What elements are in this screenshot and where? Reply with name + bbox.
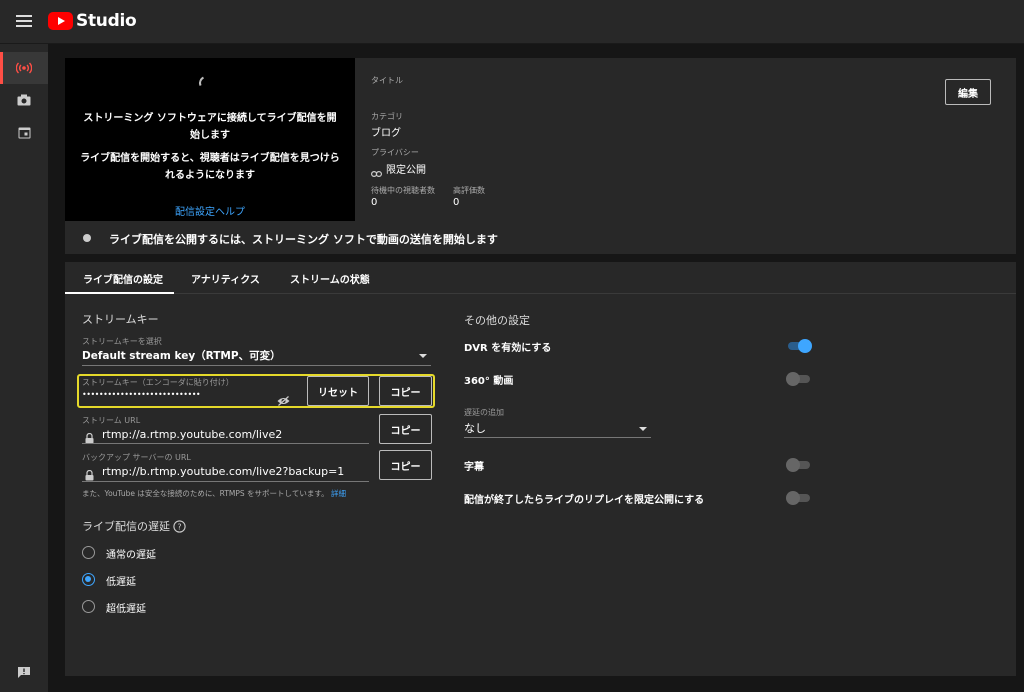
active-tab-indicator	[65, 292, 174, 294]
stream-info-card: ストリーミング ソフトウェアに接続してライブ配信を開始します ライブ配信を開始す…	[65, 58, 1016, 254]
help-icon[interactable]: ?	[173, 518, 186, 533]
radio-normal-latency[interactable]	[82, 546, 95, 559]
category-label: カテゴリ	[371, 112, 403, 121]
stream-key-title: ストリームキー	[82, 313, 159, 326]
privacy-value: 限定公開	[386, 165, 426, 176]
lock-icon	[85, 466, 94, 481]
replay-unlisted-label: 配信が終了したらライブのリプレイを限定公開にする	[464, 495, 705, 506]
stream-key-input[interactable]: ••••••••••••••••••••••••••••	[82, 390, 201, 399]
sidebar-item-schedule[interactable]	[0, 116, 48, 148]
feedback-icon[interactable]	[17, 663, 31, 678]
category-value: ブログ	[371, 128, 401, 139]
likes-label: 高評価数	[453, 186, 485, 195]
delay-underline	[464, 437, 651, 438]
stream-help-link[interactable]: 配信設定ヘルプ	[65, 203, 355, 218]
settings-tabs: ライブ配信の設定 アナリティクス ストリームの状態	[65, 262, 1016, 294]
lock-icon	[85, 429, 94, 444]
backup-url-value: rtmp://b.rtmp.youtube.com/live2?backup=1	[102, 465, 345, 478]
stream-status-row: ライブ配信を公開するには、ストリーミング ソフトで動画の送信を開始します	[65, 221, 1016, 254]
youtube-play-icon	[48, 12, 73, 30]
stream-key-select[interactable]: Default stream key（RTMP、可変）	[82, 348, 281, 363]
captions-toggle[interactable]	[786, 458, 812, 472]
top-bar: Studio	[0, 0, 1024, 44]
sidebar-item-live[interactable]	[0, 52, 48, 84]
replay-unlisted-toggle[interactable]	[786, 491, 812, 505]
dvr-label: DVR を有効にする	[464, 343, 552, 354]
stream-url-value: rtmp://a.rtmp.youtube.com/live2	[102, 428, 283, 441]
status-dot-icon	[83, 234, 91, 242]
loading-spinner-icon	[197, 74, 215, 92]
viewers-value: 0	[371, 197, 378, 208]
stream-key-select-label: ストリームキーを選択	[82, 337, 162, 346]
radio-low-latency[interactable]	[82, 573, 95, 586]
video-360-label: 360° 動画	[464, 376, 514, 387]
delay-label: 遅延の追加	[464, 408, 504, 417]
link-icon	[371, 163, 383, 178]
backup-url-label: バックアップ サーバーの URL	[82, 453, 191, 462]
copy-backup-url-button[interactable]: コピー	[379, 450, 432, 480]
edit-button[interactable]: 編集	[945, 79, 991, 105]
sidebar-item-webcam[interactable]	[0, 84, 48, 116]
menu-icon[interactable]	[16, 15, 32, 28]
rtmps-learn-more-link[interactable]: 詳細	[331, 489, 346, 498]
svg-text:?: ?	[177, 523, 181, 532]
privacy-label: プライバシー	[371, 148, 419, 157]
status-text: ライブ配信を公開するには、ストリーミング ソフトで動画の送信を開始します	[109, 233, 498, 246]
reset-button[interactable]: リセット	[307, 376, 369, 406]
tab-live-settings[interactable]: ライブ配信の設定	[83, 271, 163, 286]
chevron-down-icon[interactable]	[639, 427, 647, 431]
sidebar	[0, 44, 48, 692]
viewers-label: 待機中の視聴者数	[371, 186, 435, 195]
visibility-off-icon[interactable]	[277, 391, 290, 406]
stream-preview: ストリーミング ソフトウェアに接続してライブ配信を開始します ライブ配信を開始す…	[65, 58, 355, 221]
broadcast-icon	[16, 62, 32, 74]
tab-stream-health[interactable]: ストリームの状態	[290, 271, 370, 286]
other-settings-title: その他の設定	[464, 314, 530, 327]
low-latency-label: 低遅延	[106, 577, 136, 588]
stream-key-label: ストリームキー（エンコーダに貼り付け）	[82, 378, 234, 387]
captions-label: 字幕	[464, 462, 484, 473]
preview-message-viewers: ライブ配信を開始すると、視聴者はライブ配信を見つけられるようになります	[80, 153, 340, 181]
normal-latency-label: 通常の遅延	[106, 550, 156, 561]
preview-message-connect: ストリーミング ソフトウェアに接続してライブ配信を開始します	[83, 113, 337, 141]
camera-icon	[17, 94, 31, 106]
calendar-icon	[18, 127, 30, 138]
tab-analytics[interactable]: アナリティクス	[191, 271, 260, 286]
rtmps-note: また、YouTube は安全な接続のために、RTMPS をサポートしています。 …	[82, 488, 346, 499]
delay-select[interactable]: なし	[464, 420, 486, 436]
stream-url-label: ストリーム URL	[82, 416, 141, 425]
ultra-low-latency-label: 超低遅延	[106, 604, 146, 615]
likes-value: 0	[453, 197, 460, 208]
settings-card: ライブ配信の設定 アナリティクス ストリームの状態 ストリームキー ストリームキ…	[65, 262, 1016, 676]
url-underline	[82, 443, 369, 444]
title-label: タイトル	[371, 76, 403, 85]
select-underline	[82, 365, 431, 366]
backup-underline	[82, 481, 369, 482]
chevron-down-icon[interactable]	[419, 354, 427, 358]
latency-title: ライブ配信の遅延	[82, 520, 170, 533]
video-360-toggle[interactable]	[786, 372, 812, 386]
copy-url-button[interactable]: コピー	[379, 414, 432, 444]
copy-key-button[interactable]: コピー	[379, 376, 432, 406]
logo-text: Studio	[76, 11, 137, 31]
rtmps-note-text: また、YouTube は安全な接続のために、RTMPS をサポートしています。	[82, 489, 329, 498]
studio-logo[interactable]: Studio	[48, 11, 137, 31]
dvr-toggle[interactable]	[786, 339, 812, 353]
radio-ultra-low-latency[interactable]	[82, 600, 95, 613]
